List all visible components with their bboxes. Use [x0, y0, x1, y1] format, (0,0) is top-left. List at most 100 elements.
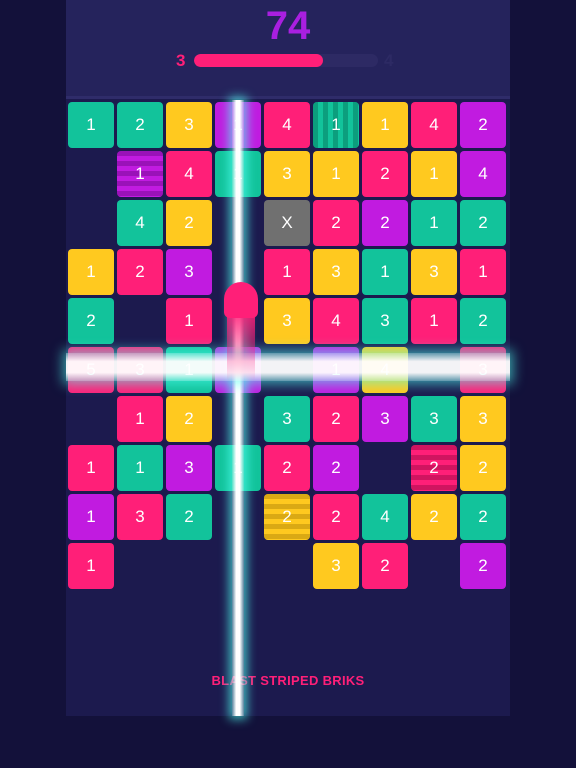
- number-tile: 2: [313, 396, 359, 442]
- striped-tile: 2: [264, 494, 310, 540]
- number-tile: 1: [411, 200, 457, 246]
- tile-number: 2: [478, 458, 488, 477]
- number-tile: 4: [362, 347, 408, 393]
- number-tile: 1: [313, 347, 359, 393]
- tile-number: 1: [86, 507, 96, 526]
- tile-number: 2: [331, 213, 341, 232]
- number-tile: 4: [117, 200, 163, 246]
- level-progress-fill: [194, 54, 323, 67]
- number-tile: 1: [264, 249, 310, 295]
- striped-tile: 1: [313, 102, 359, 148]
- tile-number: 1: [135, 409, 145, 428]
- tile-number: 3: [331, 556, 341, 575]
- tile-number: 2: [478, 213, 488, 232]
- tile-number: 3: [478, 409, 488, 428]
- tile-number: 2: [86, 311, 96, 330]
- tile-number: 1: [135, 164, 145, 183]
- score-header: 74 3 4: [66, 0, 510, 96]
- number-tile: 2: [460, 445, 506, 491]
- number-tile: 1: [117, 445, 163, 491]
- tile-number: 3: [282, 311, 292, 330]
- number-tile: 2: [460, 494, 506, 540]
- tile-number: 1: [380, 262, 390, 281]
- number-tile: 3: [166, 445, 212, 491]
- number-tile: 3: [411, 396, 457, 442]
- tile-number: 4: [478, 164, 488, 183]
- number-tile: 1: [68, 102, 114, 148]
- tile-number: 1: [135, 458, 145, 477]
- tile-number: 1: [86, 556, 96, 575]
- tile-number: 2: [331, 409, 341, 428]
- number-tile: 3: [264, 298, 310, 344]
- tile-number: 5: [86, 360, 96, 379]
- number-tile: 2: [362, 151, 408, 197]
- tile-number: 1: [86, 262, 96, 281]
- ball-trail: [227, 312, 255, 382]
- tile-number: 1: [233, 164, 243, 183]
- number-tile: 4: [313, 298, 359, 344]
- number-tile: 2: [313, 494, 359, 540]
- tile-number: 2: [478, 507, 488, 526]
- tile-number: 1: [478, 262, 488, 281]
- tile-number: 3: [282, 409, 292, 428]
- tile-number: 2: [331, 458, 341, 477]
- number-tile: 2: [313, 445, 359, 491]
- number-tile: 1: [166, 347, 212, 393]
- tile-number: 4: [331, 311, 341, 330]
- tile-number: 1: [331, 164, 341, 183]
- number-tile: 2: [166, 396, 212, 442]
- number-tile: 1: [215, 151, 261, 197]
- tile-number: 2: [184, 213, 194, 232]
- number-tile: 2: [460, 200, 506, 246]
- tile-number: 3: [429, 262, 439, 281]
- current-level: 3: [176, 51, 186, 70]
- tile-number: 1: [429, 213, 439, 232]
- tile-number: 4: [380, 507, 390, 526]
- number-tile: 4: [362, 494, 408, 540]
- number-tile: 3: [411, 249, 457, 295]
- number-tile: 2: [264, 445, 310, 491]
- number-tile: 1: [362, 249, 408, 295]
- tile-number: 1: [184, 311, 194, 330]
- number-tile: 2: [411, 494, 457, 540]
- number-tile: 1: [411, 298, 457, 344]
- tile-number: X: [281, 213, 293, 232]
- tile-number: 3: [135, 360, 145, 379]
- tile-number: 2: [478, 311, 488, 330]
- number-tile: 2: [460, 298, 506, 344]
- next-level: 4: [384, 51, 394, 70]
- number-tile: 1: [362, 102, 408, 148]
- number-tile: 1: [68, 543, 114, 589]
- tile-number: 3: [478, 360, 488, 379]
- number-tile: 3: [117, 347, 163, 393]
- number-tile: 2: [166, 494, 212, 540]
- number-tile: 1: [68, 494, 114, 540]
- number-tile: 2: [166, 200, 212, 246]
- number-tile: 2: [460, 102, 506, 148]
- tile-number: 1: [86, 115, 96, 134]
- tile-number: 4: [282, 115, 292, 134]
- level-progress-bar: [194, 54, 378, 67]
- game-screen: 74 3 4 1 2 3 1 4 1 1 4 2 1 4 1 3 1 2 1 4 4 2 X 2 2 1 2 1 2 3 1 3 1 3 1 2…: [0, 0, 576, 768]
- tile-number: 1: [429, 164, 439, 183]
- number-tile: 3: [362, 298, 408, 344]
- number-tile: 1: [68, 445, 114, 491]
- tile-number: 2: [331, 507, 341, 526]
- number-tile: 1: [117, 396, 163, 442]
- number-tile: 2: [313, 200, 359, 246]
- number-tile: 1: [215, 102, 261, 148]
- tile-number: 2: [429, 458, 439, 477]
- tile-number: 2: [282, 458, 292, 477]
- number-tile: 3: [313, 249, 359, 295]
- number-tile: 1: [411, 151, 457, 197]
- number-tile: 2: [362, 543, 408, 589]
- tile-number: 3: [184, 458, 194, 477]
- tile-number: 2: [380, 213, 390, 232]
- number-tile: 4: [411, 102, 457, 148]
- blocker-tile: X: [264, 200, 310, 246]
- number-tile: 2: [117, 102, 163, 148]
- tile-number: 2: [135, 262, 145, 281]
- tile-number: 3: [429, 409, 439, 428]
- tile-number: 3: [135, 507, 145, 526]
- number-tile: 3: [313, 543, 359, 589]
